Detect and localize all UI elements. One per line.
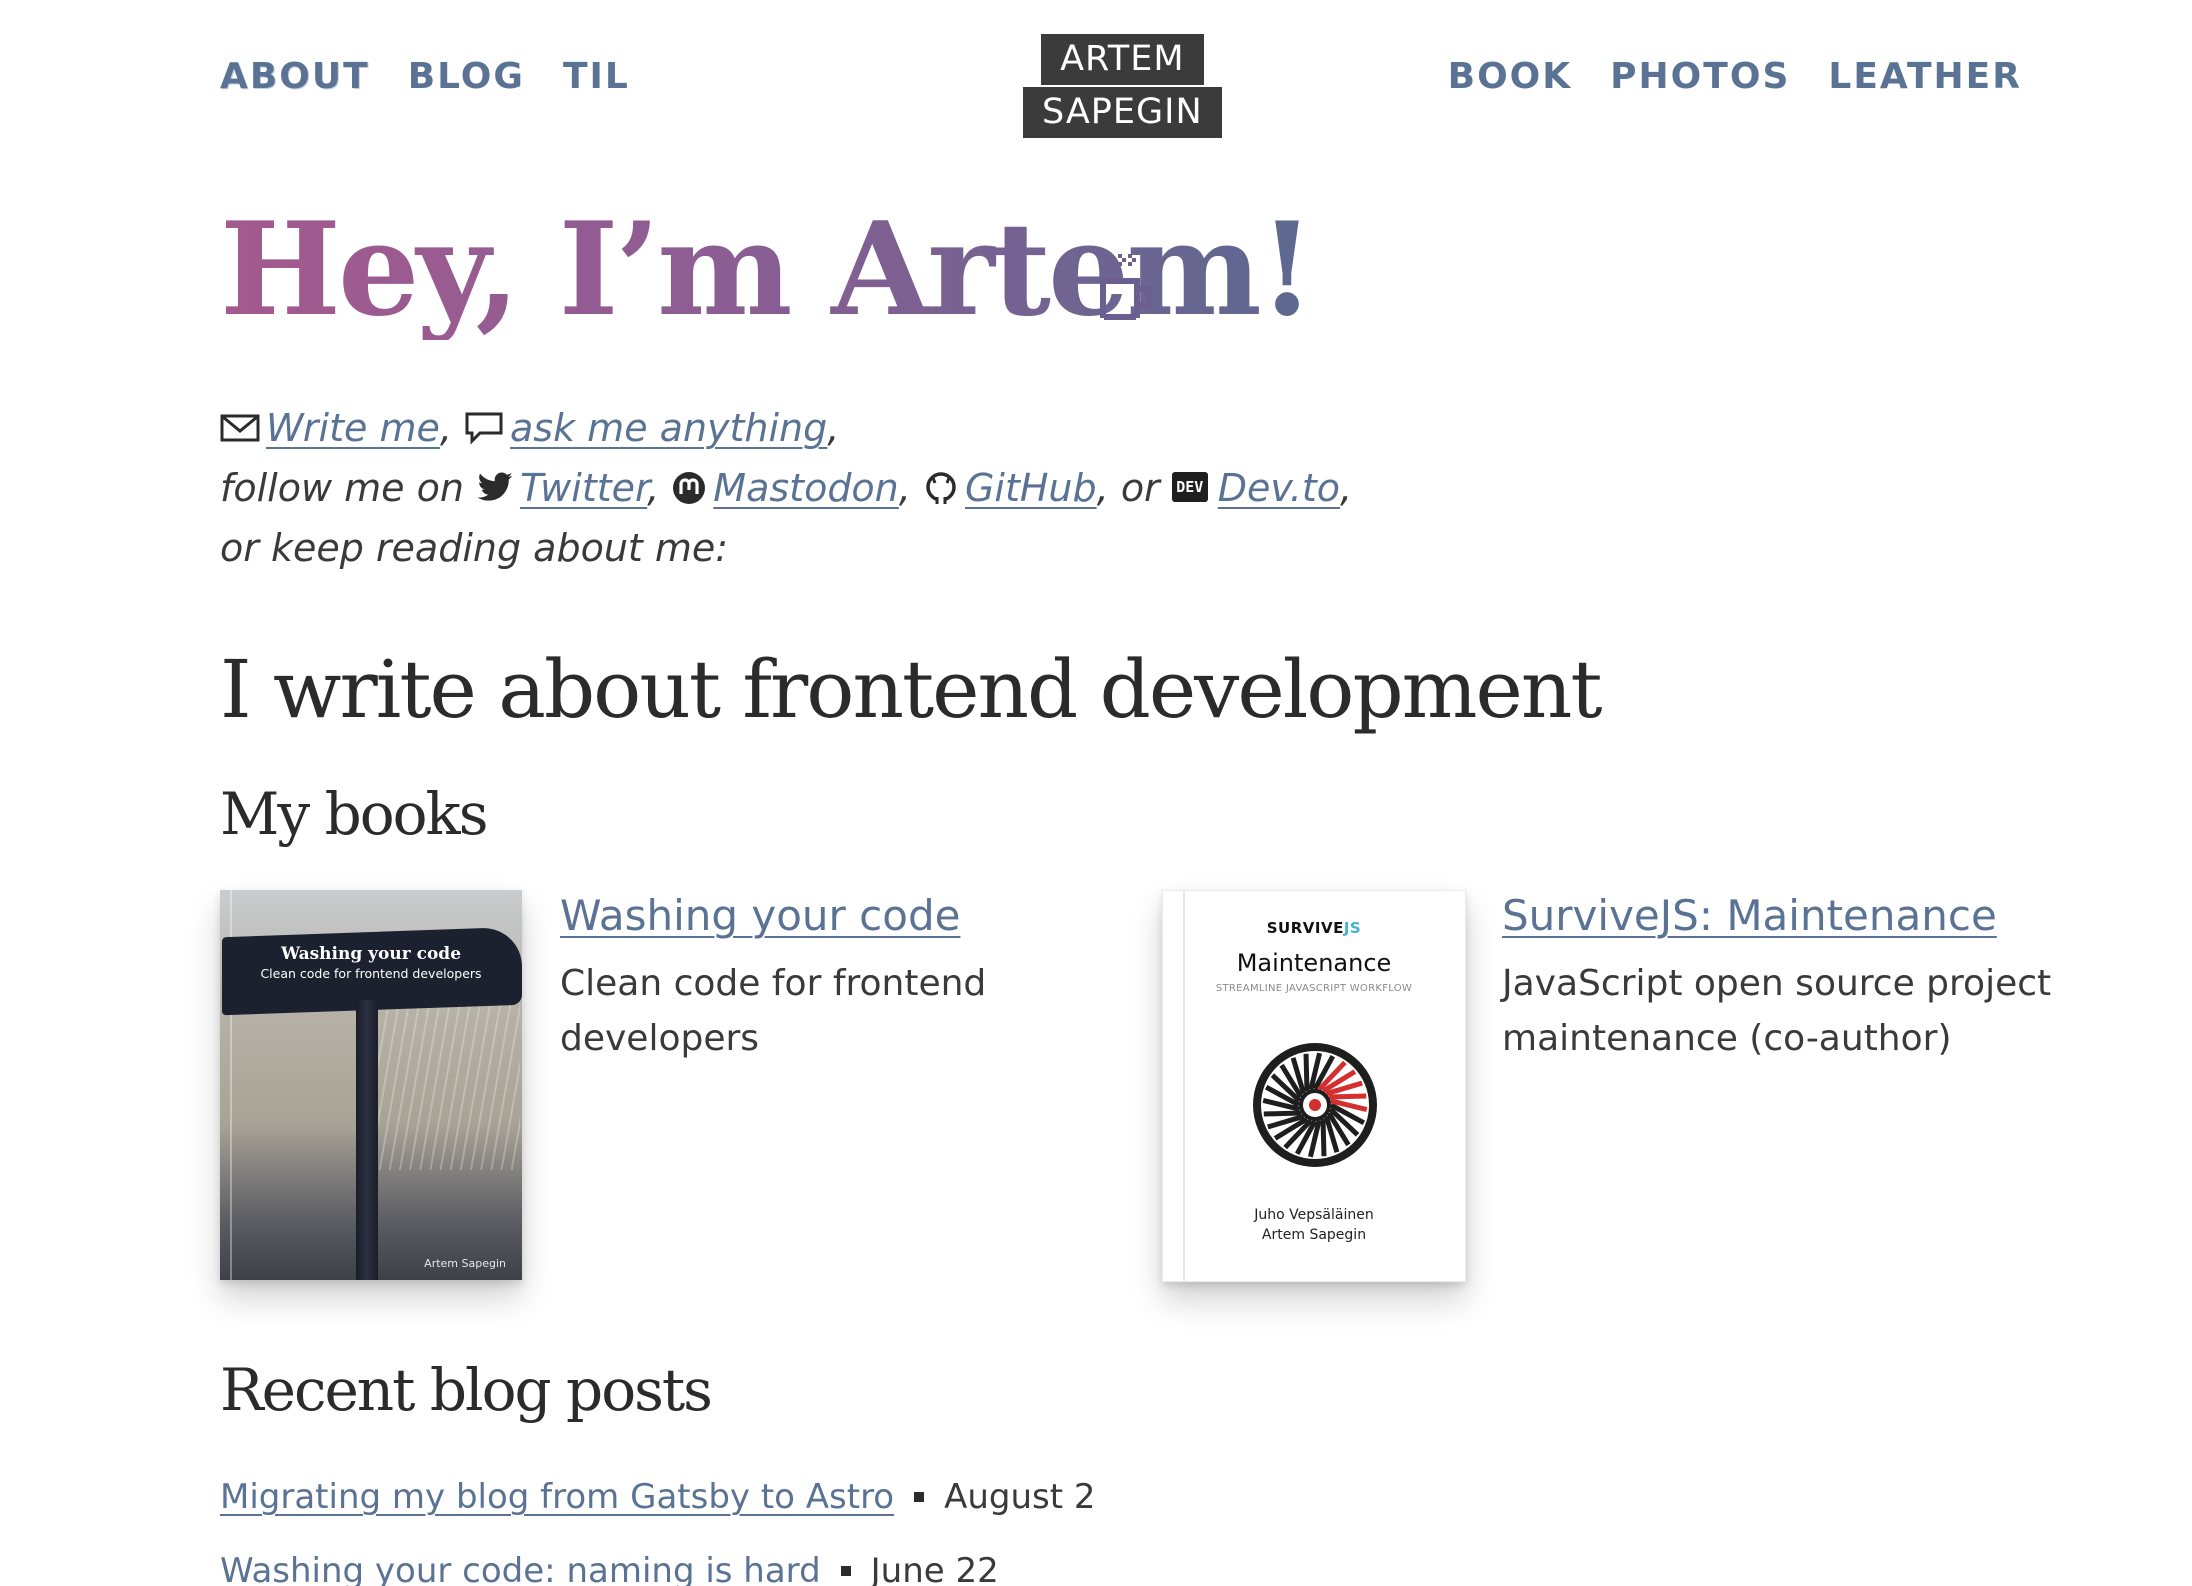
nav-book-link[interactable]: BOOK bbox=[1448, 56, 1573, 97]
cover-title: Maintenance bbox=[1236, 949, 1392, 977]
nav-about-link[interactable]: ABOUT bbox=[220, 56, 370, 97]
list-item: Migrating my blog from Gatsby to Astro A… bbox=[220, 1460, 1620, 1534]
post-link[interactable]: Migrating my blog from Gatsby to Astro bbox=[220, 1477, 894, 1517]
bullet-separator bbox=[914, 1492, 925, 1502]
github-icon bbox=[926, 471, 956, 504]
book-info: Washing your code Clean code for fronten… bbox=[560, 890, 1120, 1066]
nav-right: BOOK PHOTOS LEATHER bbox=[1448, 56, 2022, 97]
logo-line-2: SAPEGIN bbox=[1023, 87, 1222, 138]
nav-leather-link[interactable]: LEATHER bbox=[1828, 56, 2022, 97]
nav-til-link[interactable]: TIL bbox=[563, 56, 630, 97]
book-info: SurviveJS: Maintenance JavaScript open s… bbox=[1502, 890, 2062, 1066]
mastodon-link[interactable]: Mastodon bbox=[713, 466, 898, 510]
book-description: JavaScript open source project maintenan… bbox=[1502, 963, 2052, 1059]
books-heading: My books bbox=[220, 780, 488, 848]
book-description: Clean code for frontend developers bbox=[560, 963, 987, 1059]
cover-title: Washing your code bbox=[280, 944, 462, 964]
book-card: Washing your code Clean code for fronten… bbox=[220, 890, 1120, 1290]
cover-authors: Juho Vepsäläinen Artem Sapegin bbox=[1254, 1207, 1374, 1243]
github-link[interactable]: GitHub bbox=[965, 466, 1097, 510]
coffee-cup-icon bbox=[1100, 254, 1152, 320]
book-card: SURVIVEJS Maintenance STREAMLINE JAVASCR… bbox=[1162, 890, 2062, 1290]
turbine-blade bbox=[1263, 1110, 1302, 1117]
recent-posts-heading: Recent blog posts bbox=[220, 1356, 713, 1424]
ask-me-anything-link[interactable]: ask me anything bbox=[510, 406, 827, 450]
nav-photos-link[interactable]: PHOTOS bbox=[1610, 56, 1790, 97]
logo-line-1: ARTEM bbox=[1041, 34, 1204, 85]
bullet-separator bbox=[840, 1566, 851, 1576]
keep-reading-text: or keep reading about me: bbox=[220, 526, 729, 570]
post-date: August 2 bbox=[944, 1477, 1096, 1517]
turbine-icon bbox=[1253, 1043, 1377, 1167]
squeegee-handle bbox=[356, 1000, 378, 1280]
list-item: Washing your code: naming is hard June 2… bbox=[220, 1534, 1620, 1586]
turbine-blade bbox=[1303, 1053, 1310, 1092]
cover-subtitle: STREAMLINE JAVASCRIPT WORKFLOW bbox=[1215, 983, 1413, 994]
twitter-icon bbox=[477, 471, 513, 501]
book-title-link[interactable]: SurviveJS: Maintenance bbox=[1502, 890, 2062, 942]
post-link[interactable]: Washing your code: naming is hard bbox=[220, 1551, 821, 1586]
frontend-heading: I write about frontend development bbox=[220, 643, 1603, 736]
book-cover-survivejs[interactable]: SURVIVEJS Maintenance STREAMLINE JAVASCR… bbox=[1162, 890, 1466, 1282]
site-logo[interactable]: ARTEM SAPEGIN bbox=[1023, 34, 1222, 138]
mastodon-icon bbox=[673, 471, 706, 504]
cover-subtitle: Clean code for frontend developers bbox=[260, 966, 482, 981]
speech-bubble-icon bbox=[465, 412, 503, 445]
or-text: or bbox=[1120, 466, 1160, 510]
book-title-link[interactable]: Washing your code bbox=[560, 890, 1120, 942]
write-me-link[interactable]: Write me bbox=[266, 406, 440, 450]
nav-blog-link[interactable]: BLOG bbox=[408, 56, 525, 97]
cover-author: Artem Sapegin bbox=[424, 1257, 506, 1270]
book-cover-washing-your-code[interactable]: Washing your code Clean code for fronten… bbox=[220, 890, 522, 1280]
follow-prefix: follow me on bbox=[220, 466, 464, 510]
devto-link[interactable]: Dev.to bbox=[1218, 466, 1340, 510]
recent-posts-list: Migrating my blog from Gatsby to Astro A… bbox=[220, 1460, 1620, 1586]
envelope-icon bbox=[220, 414, 260, 441]
twitter-link[interactable]: Twitter bbox=[520, 466, 647, 510]
intro-text: Write me, ask me anything, follow me on … bbox=[220, 398, 1420, 578]
post-date: June 22 bbox=[870, 1551, 999, 1586]
turbine-blade bbox=[1328, 1093, 1367, 1100]
nav-left: ABOUT BLOG TIL bbox=[220, 56, 630, 97]
cover-streaks bbox=[370, 1000, 520, 1170]
devto-icon: DEV bbox=[1171, 471, 1208, 502]
turbine-blade bbox=[1320, 1118, 1327, 1157]
cover-brand: SURVIVEJS bbox=[1266, 919, 1362, 937]
